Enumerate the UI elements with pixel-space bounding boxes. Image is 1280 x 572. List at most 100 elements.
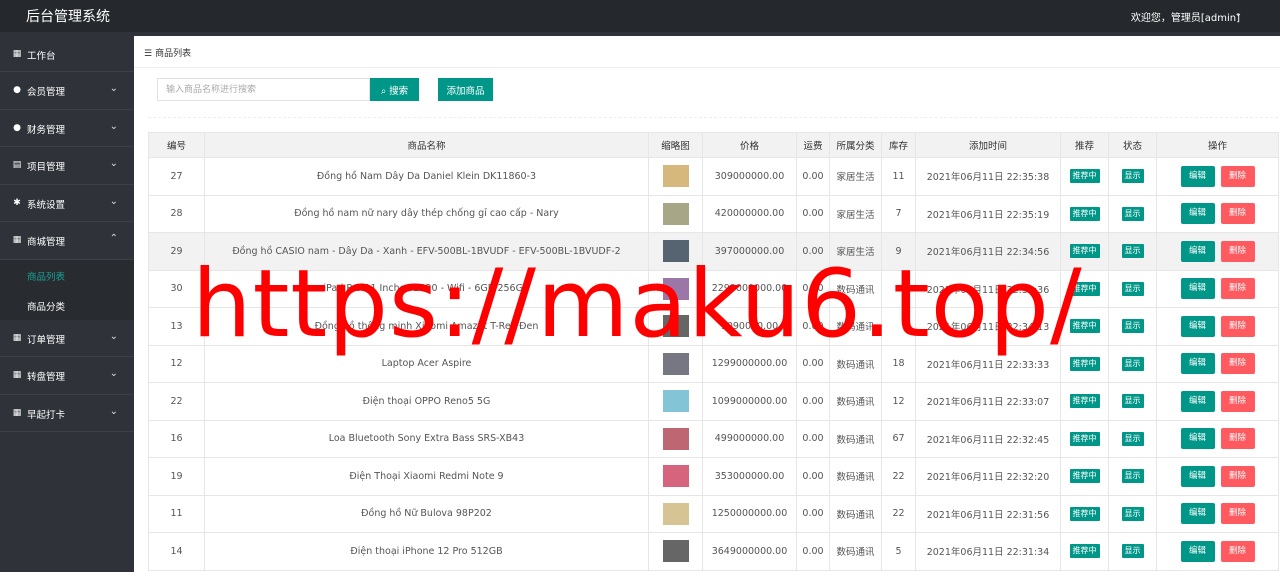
product-category: 数码通讯 xyxy=(829,382,882,421)
status-badge[interactable]: 显示 xyxy=(1121,469,1144,484)
product-thumbnail[interactable] xyxy=(662,502,689,525)
product-shipping: 0.00 xyxy=(796,419,830,458)
sidebar-item-shop[interactable]: ▦ 商城管理 ⌃ xyxy=(0,222,134,260)
delete-button[interactable]: 删除 xyxy=(1220,390,1255,412)
status-badge[interactable]: 显示 xyxy=(1121,356,1144,371)
edit-button[interactable]: 编辑 xyxy=(1180,503,1215,525)
edit-button[interactable]: 编辑 xyxy=(1180,240,1215,262)
sidebar-item-product-category[interactable]: 商品分类 xyxy=(0,290,134,320)
edit-button[interactable]: 编辑 xyxy=(1180,540,1215,562)
edit-button[interactable]: 编辑 xyxy=(1180,278,1215,300)
product-name: Đồng hồ nam nữ nary dây thép chống gỉ ca… xyxy=(204,194,649,233)
status-badge[interactable]: 显示 xyxy=(1121,281,1144,296)
recommend-badge[interactable]: 推荐中 xyxy=(1069,431,1100,446)
delete-button[interactable]: 删除 xyxy=(1220,315,1255,337)
product-name: Điện thoại OPPO Reno5 5G xyxy=(204,382,649,421)
delete-button[interactable]: 删除 xyxy=(1220,278,1255,300)
product-thumbnail[interactable] xyxy=(662,202,689,225)
delete-button[interactable]: 删除 xyxy=(1220,503,1255,525)
actions-cell: 编辑 删除 xyxy=(1156,494,1279,533)
product-thumbnail[interactable] xyxy=(662,427,689,450)
search-input[interactable] xyxy=(157,78,370,101)
sidebar-item-dashboard[interactable]: ▦ 工作台 xyxy=(0,32,134,72)
status-badge[interactable]: 显示 xyxy=(1121,394,1144,409)
sidebar-item-checkin[interactable]: ▦ 早起打卡 ⌄ xyxy=(0,395,134,432)
table-row: 27 Đồng hồ Nam Dây Da Daniel Klein DK1186… xyxy=(148,157,1279,196)
welcome-text: 欢迎您，管理员[admin] xyxy=(1130,13,1240,24)
edit-button[interactable]: 编辑 xyxy=(1180,465,1215,487)
user-menu[interactable]: 欢迎您，管理员[admin] xyxy=(1131,9,1240,24)
sidebar-item-settings[interactable]: ✱ 系统设置 ⌄ xyxy=(0,185,134,222)
product-name: Đồng hồ Nữ Bulova 98P202 xyxy=(204,494,649,533)
add-product-button[interactable]: 添加商品 xyxy=(438,78,493,101)
status-badge[interactable]: 显示 xyxy=(1121,244,1144,259)
status-badge[interactable]: 显示 xyxy=(1121,206,1144,221)
recommend-badge[interactable]: 推荐中 xyxy=(1069,506,1100,521)
sidebar-item-label: 订单管理 xyxy=(27,334,66,346)
product-category: 数码通讯 xyxy=(829,419,882,458)
status-cell: 显示 xyxy=(1108,157,1157,196)
column-header: 所属分类 xyxy=(829,132,882,158)
status-cell: 显示 xyxy=(1108,419,1157,458)
thumbnail-cell xyxy=(648,457,703,496)
delete-button[interactable]: 删除 xyxy=(1220,465,1255,487)
shop-submenu: 商品列表 商品分类 xyxy=(0,259,134,320)
chevron-down-icon[interactable]: ⌄ xyxy=(1234,9,1242,19)
thumbnail-cell xyxy=(648,382,703,421)
chevron-down-icon: ⌄ xyxy=(109,158,118,169)
delete-button[interactable]: 删除 xyxy=(1220,203,1255,225)
table-row: 19 Điện Thoại Xiaomi Redmi Note 9 35300000… xyxy=(148,457,1279,496)
product-thumbnail[interactable] xyxy=(662,465,689,488)
sidebar-item-finance[interactable]: ● 财务管理 ⌄ xyxy=(0,110,134,147)
sidebar-item-members[interactable]: ● 会员管理 ⌄ xyxy=(0,72,134,110)
gear-icon: ✱ xyxy=(13,197,21,208)
sidebar-item-orders[interactable]: ▦ 订单管理 ⌄ xyxy=(0,320,134,357)
sidebar-item-wheel[interactable]: ▦ 转盘管理 ⌄ xyxy=(0,357,134,395)
status-badge[interactable]: 显示 xyxy=(1121,169,1144,184)
product-id: 28 xyxy=(148,194,205,233)
recommend-badge[interactable]: 推荐中 xyxy=(1069,206,1100,221)
column-header: 操作 xyxy=(1156,132,1279,158)
delete-button[interactable]: 删除 xyxy=(1220,540,1255,562)
actions-cell: 编辑 删除 xyxy=(1156,269,1279,308)
list-icon: ☰ xyxy=(144,49,153,59)
search-button[interactable]: ⌕ 搜索 xyxy=(370,78,419,101)
edit-button[interactable]: 编辑 xyxy=(1180,315,1215,337)
top-bar: 后台管理系统 欢迎您，管理员[admin] ⌄ xyxy=(0,0,1280,32)
column-header: 商品名称 xyxy=(204,132,649,158)
table-row: 28 Đồng hồ nam nữ nary dây thép chống gỉ … xyxy=(148,194,1279,233)
divider xyxy=(134,67,1280,68)
product-category: 数码通讯 xyxy=(829,457,882,496)
edit-button[interactable]: 编辑 xyxy=(1180,428,1215,450)
column-header: 运费 xyxy=(796,132,830,158)
delete-button[interactable]: 删除 xyxy=(1220,240,1255,262)
recommend-badge[interactable]: 推荐中 xyxy=(1069,544,1100,559)
thumbnail-cell xyxy=(648,157,703,196)
app-title: 后台管理系统 xyxy=(26,9,110,25)
product-thumbnail[interactable] xyxy=(662,390,689,413)
product-thumbnail[interactable] xyxy=(662,165,689,188)
edit-button[interactable]: 编辑 xyxy=(1180,353,1215,375)
edit-button[interactable]: 编辑 xyxy=(1180,165,1215,187)
status-badge[interactable]: 显示 xyxy=(1121,506,1144,521)
delete-button[interactable]: 删除 xyxy=(1220,353,1255,375)
sidebar-item-label: 工作台 xyxy=(27,51,56,62)
edit-button[interactable]: 编辑 xyxy=(1180,203,1215,225)
product-price: 353000000.00 xyxy=(702,457,797,496)
status-badge[interactable]: 显示 xyxy=(1121,431,1144,446)
status-badge[interactable]: 显示 xyxy=(1121,544,1144,559)
product-time: 2021年06月11日 22:31:34 xyxy=(915,532,1061,571)
product-time: 2021年06月11日 22:35:38 xyxy=(915,157,1061,196)
delete-button[interactable]: 删除 xyxy=(1220,428,1255,450)
actions-cell: 编辑 删除 xyxy=(1156,532,1279,571)
recommend-badge[interactable]: 推荐中 xyxy=(1069,469,1100,484)
sidebar-item-product-list[interactable]: 商品列表 xyxy=(0,260,134,290)
edit-button[interactable]: 编辑 xyxy=(1180,390,1215,412)
sidebar-item-projects[interactable]: ▤ 项目管理 ⌄ xyxy=(0,147,134,185)
delete-button[interactable]: 删除 xyxy=(1220,165,1255,187)
actions-cell: 编辑 删除 xyxy=(1156,307,1279,346)
status-badge[interactable]: 显示 xyxy=(1121,319,1144,334)
product-thumbnail[interactable] xyxy=(662,540,689,563)
recommend-badge[interactable]: 推荐中 xyxy=(1069,394,1100,409)
recommend-badge[interactable]: 推荐中 xyxy=(1069,169,1100,184)
